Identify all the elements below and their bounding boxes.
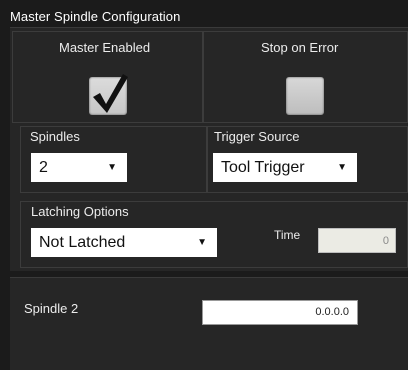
stop-on-error-checkbox[interactable] bbox=[286, 77, 324, 115]
spindles-label: Spindles bbox=[30, 129, 80, 144]
chevron-down-icon: ▼ bbox=[337, 162, 347, 173]
trigger-source-label: Trigger Source bbox=[214, 129, 300, 144]
latching-options-pane: Latching Options Not Latched ▼ Time 0 bbox=[20, 201, 408, 268]
master-spindle-config-panel: Master Enabled Stop on Error Spindles 2 … bbox=[10, 27, 408, 271]
stop-on-error-label: Stop on Error bbox=[261, 40, 339, 55]
chevron-down-icon: ▼ bbox=[197, 237, 207, 248]
master-enabled-pane: Master Enabled bbox=[12, 31, 203, 123]
spindle-2-label: Spindle 2 bbox=[24, 301, 79, 316]
time-input: 0 bbox=[318, 228, 396, 253]
trigger-source-select[interactable]: Tool Trigger ▼ bbox=[213, 153, 357, 182]
spindle-2-row: Spindle 2 0.0.0.0 bbox=[10, 278, 408, 370]
latching-options-label: Latching Options bbox=[31, 204, 129, 219]
chevron-down-icon: ▼ bbox=[107, 162, 117, 173]
stop-on-error-pane: Stop on Error bbox=[203, 31, 408, 123]
panel-title: Master Spindle Configuration bbox=[10, 9, 181, 24]
spindle-2-address-input[interactable]: 0.0.0.0 bbox=[202, 300, 358, 325]
spindles-pane: Spindles 2 ▼ bbox=[20, 126, 207, 193]
trigger-source-value: Tool Trigger bbox=[221, 159, 305, 176]
time-label: Time bbox=[274, 228, 301, 242]
spindles-select[interactable]: 2 ▼ bbox=[31, 153, 127, 182]
latching-options-value: Not Latched bbox=[39, 234, 126, 251]
master-enabled-label: Master Enabled bbox=[59, 40, 151, 55]
trigger-source-pane: Trigger Source Tool Trigger ▼ bbox=[207, 126, 408, 193]
latching-options-select[interactable]: Not Latched ▼ bbox=[31, 228, 217, 257]
check-icon bbox=[93, 74, 128, 113]
master-enabled-checkbox[interactable] bbox=[89, 74, 128, 115]
spindles-value: 2 bbox=[39, 159, 48, 176]
